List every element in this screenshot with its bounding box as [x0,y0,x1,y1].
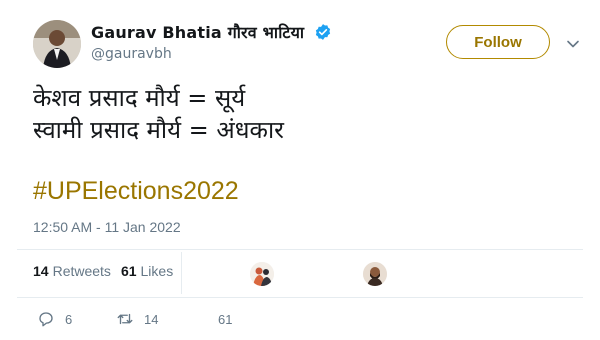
reply-count: 6 [65,311,73,327]
follow-button[interactable]: Follow [446,25,550,59]
retweets-label: Retweets [52,263,111,279]
verified-badge-icon [314,23,332,41]
retweet-action[interactable]: 14 [116,309,158,329]
tweet-text-line-2: स्वामी प्रसाद मौर्य = अंधकार [33,116,284,144]
user-handle[interactable]: @gauravbh [91,46,172,62]
reply-action[interactable]: 6 [37,309,72,329]
likes-label: Likes [140,263,174,279]
liker-avatar[interactable] [250,262,274,286]
tweet-text-line-1: केशव प्रसाद मौर्य = सूर्य [33,84,246,112]
liker-avatar[interactable] [363,262,387,286]
engagement-stats: 14 Retweets 61 Likes [33,263,173,279]
name-row: Gaurav Bhatia गौरव भाटिया [91,20,332,44]
likes-count: 61 [120,263,137,279]
display-name[interactable]: Gaurav Bhatia गौरव भाटिया [91,21,304,43]
retweets-count: 14 [33,263,49,279]
divider [17,249,583,250]
likes-stat[interactable]: 61 Likes [121,263,173,279]
stats-separator [181,252,182,294]
tweet-timestamp[interactable]: 12:50 AM - 11 Jan 2022 [33,219,181,235]
chevron-down-icon[interactable] [566,36,580,50]
like-count: 61 [218,311,233,327]
hashtag-link[interactable]: #UPElections2022 [33,175,239,207]
like-action[interactable]: 61 [218,309,232,329]
retweet-icon [116,310,134,328]
retweets-stat[interactable]: 14 Retweets [33,263,111,279]
divider [17,297,583,298]
reply-icon [37,310,55,328]
avatar[interactable] [33,20,81,68]
retweet-count: 14 [144,311,159,327]
